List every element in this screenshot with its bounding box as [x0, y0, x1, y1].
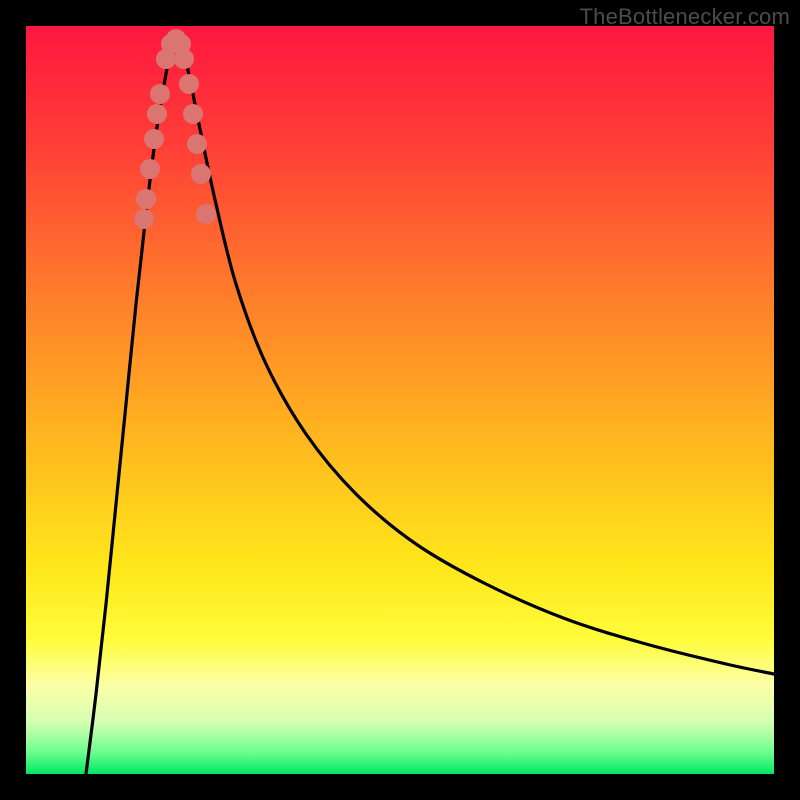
marker-point [174, 49, 194, 69]
outer-frame: TheBottlenecker.com [0, 0, 800, 800]
plot-svg [26, 26, 774, 774]
marker-point [179, 74, 199, 94]
marker-point [140, 159, 160, 179]
marker-point [150, 84, 170, 104]
marker-point [187, 134, 207, 154]
marker-point [196, 204, 216, 224]
plot-area [26, 26, 774, 774]
marker-point [134, 209, 154, 229]
gradient-background [26, 26, 774, 774]
marker-point [147, 104, 167, 124]
marker-point [191, 164, 211, 184]
marker-point [144, 129, 164, 149]
marker-point [136, 189, 156, 209]
marker-point [183, 104, 203, 124]
